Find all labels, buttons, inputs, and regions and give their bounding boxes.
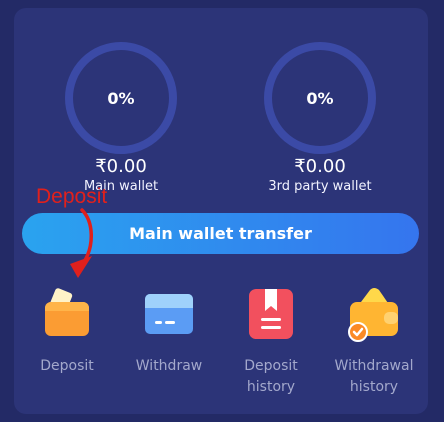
main-wallet-amount: ₹0.00 (95, 156, 147, 177)
main-wallet-percent: 0% (107, 88, 135, 108)
bookmark-document-icon (249, 289, 293, 339)
withdrawal-history-action[interactable]: Withdrawal history (324, 286, 424, 398)
deposit-label: Deposit (40, 358, 94, 374)
main-wallet: 0% ₹0.00 Main wallet (41, 42, 201, 195)
main-wallet-progress-ring: 0% (65, 42, 177, 154)
main-wallet-transfer-label: Main wallet transfer (129, 224, 312, 243)
deposit-history-action[interactable]: Deposit history (221, 286, 321, 398)
deposit-action[interactable]: Deposit (17, 286, 117, 377)
wallet-icon (45, 288, 89, 336)
deposit-history-label: Deposit history (244, 358, 298, 395)
third-party-wallet-amount: ₹0.00 (294, 156, 346, 177)
wallet-check-icon (348, 288, 398, 342)
annotation-arrow-icon (70, 208, 93, 278)
deposit-annotation-label: Deposit (36, 185, 108, 208)
withdrawal-history-label: Withdrawal history (334, 358, 414, 395)
third-party-wallet: 0% ₹0.00 3rd party wallet (240, 42, 400, 195)
third-party-wallet-progress-ring: 0% (264, 42, 376, 154)
withdraw-label: Withdraw (135, 358, 203, 374)
withdraw-action[interactable]: Withdraw (119, 286, 219, 377)
third-party-wallet-percent: 0% (306, 88, 334, 108)
credit-card-icon (145, 294, 193, 334)
third-party-wallet-label: 3rd party wallet (268, 179, 372, 194)
